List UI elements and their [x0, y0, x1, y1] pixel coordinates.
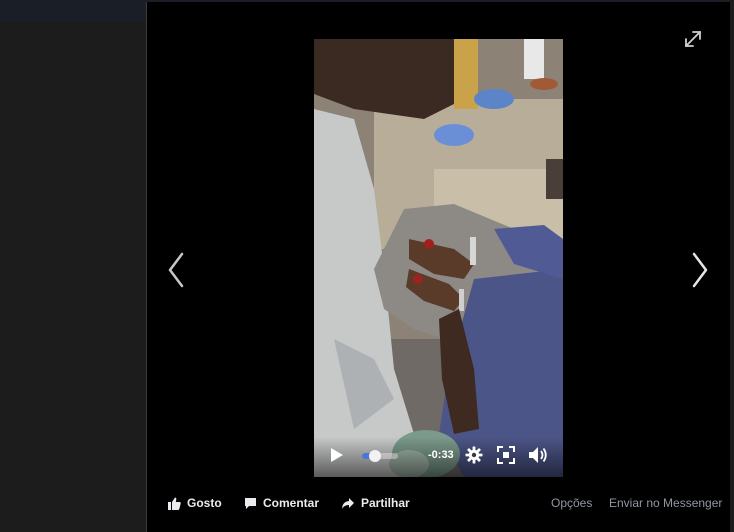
send-messenger-link[interactable]: Enviar no Messenger — [609, 496, 722, 510]
play-icon[interactable] — [328, 447, 344, 463]
options-link[interactable]: Opções — [551, 496, 592, 510]
chevron-left-icon[interactable] — [164, 250, 188, 290]
like-button[interactable]: Gosto — [168, 494, 222, 512]
page-background — [0, 22, 146, 532]
video-player[interactable]: -0:33 — [314, 39, 563, 477]
share-arrow-icon — [342, 497, 354, 509]
comment-button[interactable]: Comentar — [244, 494, 319, 512]
action-bar: Gosto Comentar Partilhar Opções Enviar n… — [146, 484, 730, 524]
comment-label: Comentar — [263, 496, 320, 510]
share-button[interactable]: Partilhar — [341, 494, 410, 512]
video-controls: -0:33 — [314, 437, 563, 477]
progress-bar[interactable] — [362, 450, 398, 462]
progress-knob[interactable] — [368, 450, 381, 462]
chevron-right-icon[interactable] — [688, 250, 712, 290]
comment-icon — [245, 497, 256, 509]
speaker-icon[interactable] — [528, 446, 548, 464]
thumbs-up-icon — [168, 497, 181, 510]
time-remaining: -0:33 — [428, 449, 454, 461]
like-label: Gosto — [187, 496, 222, 510]
video-frame — [314, 39, 563, 477]
fullscreen-icon[interactable] — [497, 446, 515, 464]
page-edge — [730, 0, 734, 532]
gear-icon[interactable] — [465, 446, 483, 464]
share-label: Partilhar — [361, 496, 410, 510]
expand-icon[interactable] — [682, 28, 704, 50]
